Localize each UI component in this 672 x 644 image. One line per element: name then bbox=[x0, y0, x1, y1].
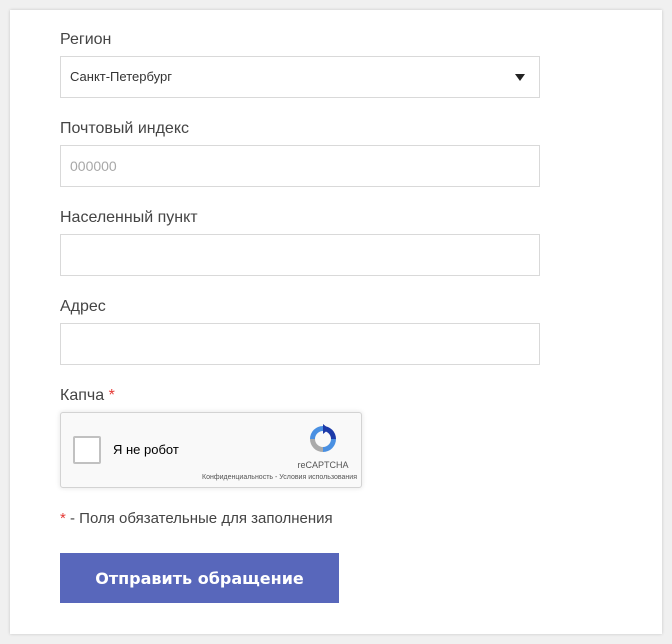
city-field-wrap bbox=[60, 234, 540, 276]
postal-code-input[interactable] bbox=[61, 146, 539, 186]
required-fields-note: * - Поля обязательные для заполнения bbox=[60, 510, 333, 527]
postal-code-label: Почтовый индекс bbox=[60, 120, 189, 137]
required-note-text: - Поля обязательные для заполнения bbox=[65, 510, 333, 527]
recaptcha-links: Конфиденциальность - Условия использован… bbox=[161, 474, 357, 481]
region-label: Регион bbox=[60, 31, 112, 48]
address-input[interactable] bbox=[61, 324, 539, 364]
recaptcha-icon bbox=[310, 424, 336, 452]
region-select-value: Санкт-Петербург bbox=[70, 69, 172, 84]
recaptcha-checkbox[interactable] bbox=[73, 436, 101, 464]
postal-code-field-wrap bbox=[60, 145, 540, 187]
recaptcha-brand: reCAPTCHA bbox=[297, 460, 349, 470]
captcha-label: Капча * bbox=[60, 386, 115, 406]
address-label: Адрес bbox=[60, 298, 106, 315]
city-input[interactable] bbox=[61, 235, 539, 275]
region-select[interactable]: Санкт-Петербург bbox=[60, 56, 540, 98]
recaptcha-checkbox-label: Я не робот bbox=[113, 442, 179, 457]
required-mark: * bbox=[108, 387, 115, 404]
submit-button[interactable]: Отправить обращение bbox=[60, 553, 339, 603]
city-label: Населенный пункт bbox=[60, 209, 198, 226]
chevron-down-icon bbox=[515, 74, 525, 81]
captcha-label-text: Капча bbox=[60, 387, 105, 404]
address-field-wrap bbox=[60, 323, 540, 365]
feedback-form-card bbox=[10, 10, 662, 634]
recaptcha-widget: Я не робот reCAPTCHA Конфиденциальность … bbox=[60, 412, 362, 488]
recaptcha-privacy-link[interactable]: Конфиденциальность bbox=[202, 474, 273, 481]
recaptcha-terms-link[interactable]: Условия использования bbox=[279, 474, 357, 481]
